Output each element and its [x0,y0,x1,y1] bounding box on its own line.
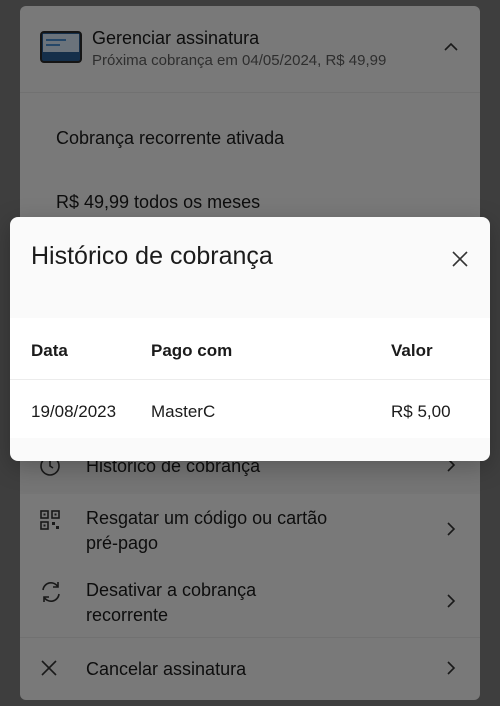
table-cell-value: R$ 5,00 [391,402,451,421]
divider [10,379,490,380]
column-header-value: Valor [391,341,433,360]
column-header-paid-with: Pago com [151,341,233,360]
billing-history-dialog: Histórico de cobrança Data Pago com Valo… [10,217,490,461]
table-cell-paid-with: MasterC [151,402,216,421]
table-cell-date: 19/08/2023 [31,402,117,421]
close-icon[interactable] [448,247,472,271]
dialog-title: Histórico de cobrança [31,242,273,270]
billing-table: Data Pago com Valor 19/08/2023 MasterC R… [10,318,490,438]
column-header-date: Data [31,341,68,360]
